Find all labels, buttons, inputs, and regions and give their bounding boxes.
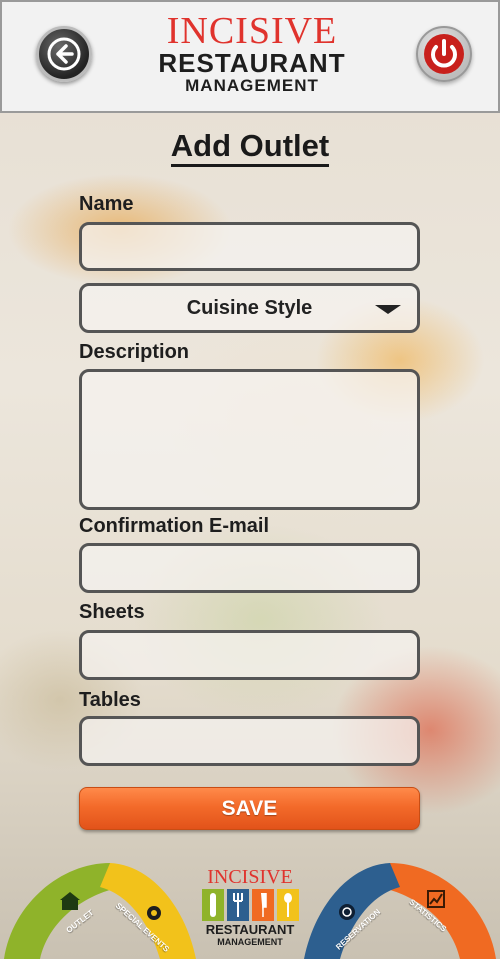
name-input[interactable] [79, 222, 420, 271]
back-button[interactable] [36, 26, 92, 82]
logout-button[interactable] [416, 26, 472, 82]
name-label: Name [79, 193, 134, 215]
tables-input[interactable] [79, 716, 420, 766]
description-textarea[interactable] [79, 369, 420, 510]
description-label: Description [79, 341, 190, 363]
header-logo: INCISIVE RESTAURANT MANAGEMENT [142, 12, 362, 96]
footer-logo-restaurant: RESTAURANT [205, 922, 295, 937]
back-arrow-icon [47, 37, 81, 71]
email-label: Confirmation E-mail [79, 515, 270, 537]
page-title-text: Add Outlet [170, 128, 330, 167]
footer-logo-incisive: INCISIVE [207, 866, 293, 888]
logo-restaurant: RESTAURANT [158, 48, 346, 78]
footer-logo-management: MANAGEMENT [217, 937, 283, 947]
app-header: INCISIVE RESTAURANT MANAGEMENT [0, 0, 500, 113]
footer-nav: OUTLET SPECIAL EVENTS RESERVATION STATIS… [0, 855, 500, 959]
special-events-icon [147, 906, 161, 920]
power-icon [424, 34, 464, 74]
page-title: Add Outlet [0, 128, 500, 167]
cuisine-style-value: Cuisine Style [186, 296, 313, 319]
logo-management: MANAGEMENT [185, 76, 319, 95]
sheets-input[interactable] [79, 630, 420, 680]
save-button[interactable]: SAVE [79, 787, 420, 830]
footer-logo: INCISIVE RESTAURANT MANAGEMENT [197, 867, 303, 947]
utensils-icon [197, 889, 303, 921]
sheets-label: Sheets [79, 601, 145, 623]
dropdown-caret-icon [375, 305, 401, 314]
cuisine-style-select[interactable]: Cuisine Style [79, 283, 420, 333]
tables-label: Tables [79, 689, 141, 711]
logo-incisive: INCISIVE [166, 10, 338, 52]
confirmation-email-input[interactable] [79, 543, 420, 593]
reservation-icon [339, 904, 355, 920]
